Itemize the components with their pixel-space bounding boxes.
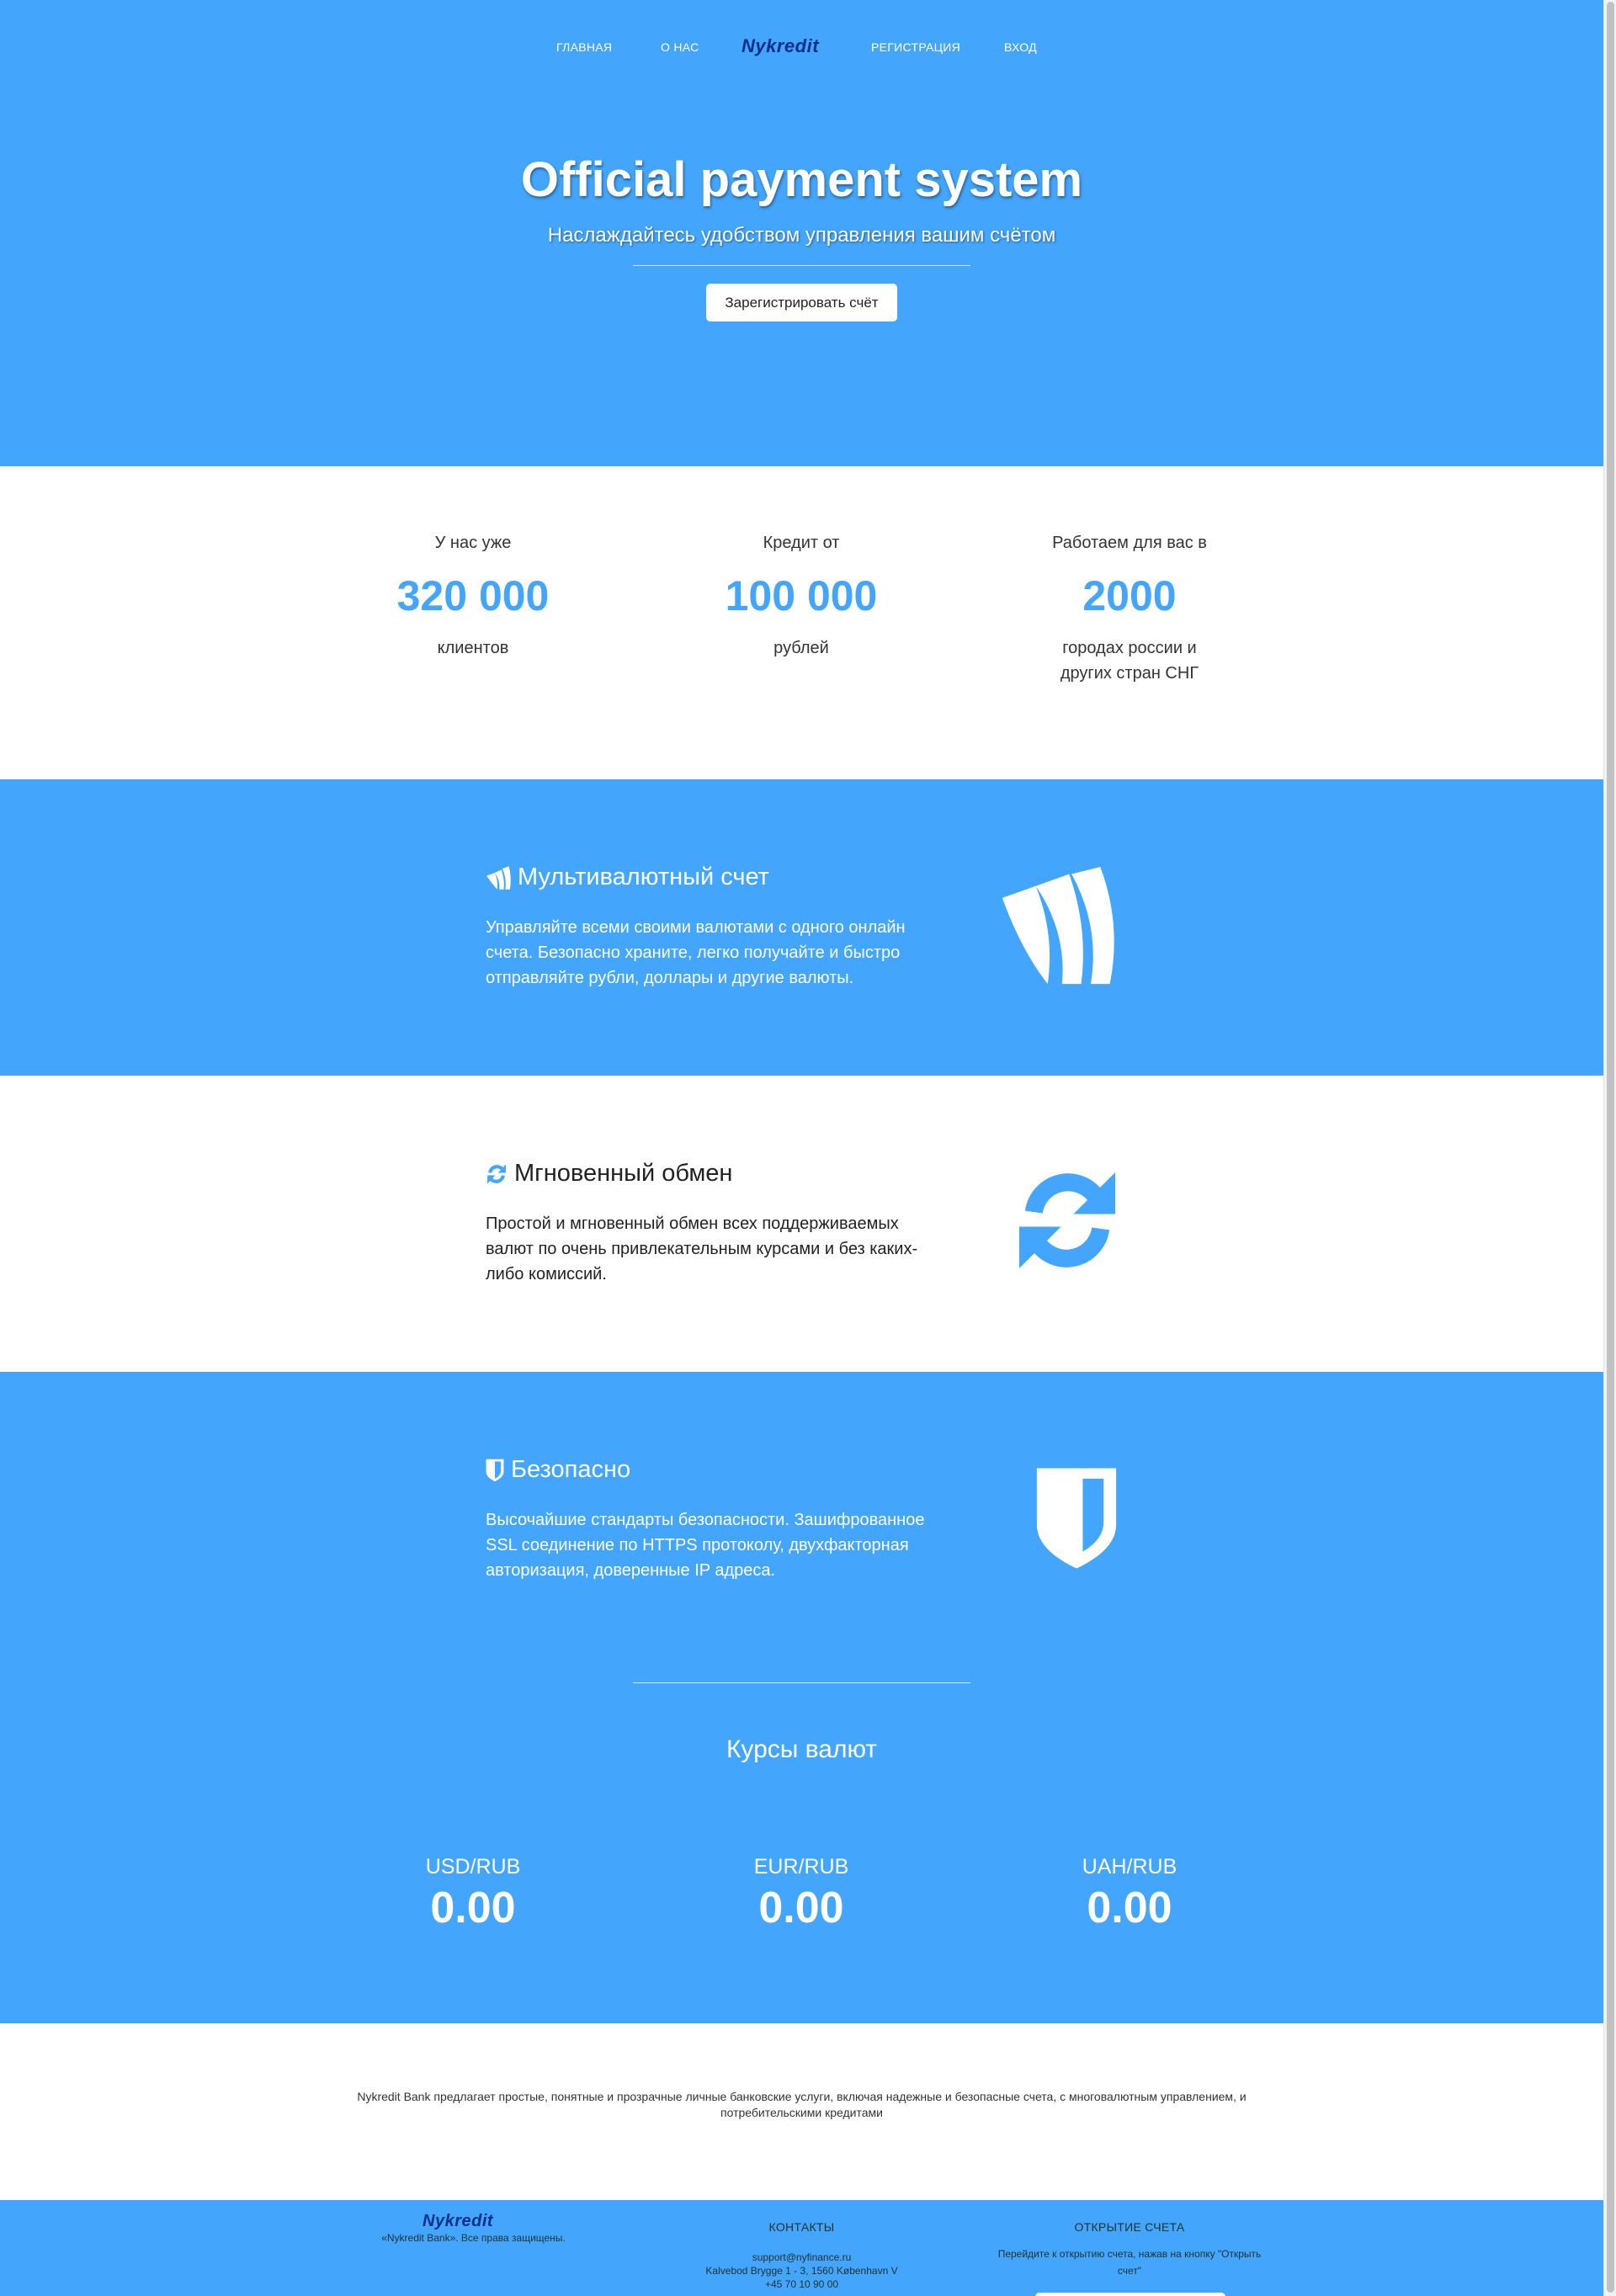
feature-description: Простой и мгновенный обмен всех поддержи… <box>486 1211 957 1287</box>
wallet-w-icon <box>486 865 511 890</box>
footer-email[interactable]: support@nyfinance.ru <box>633 2251 970 2264</box>
feature-description-line: Высочайшие стандарты безопасности. Зашиф… <box>486 1511 925 1529</box>
open-account-button[interactable] <box>1035 2293 1225 2296</box>
hero-title: Official payment system <box>520 152 1083 207</box>
rate-usd: USD/RUB 0.00 <box>322 1855 625 1933</box>
feature-multicurrency: Мультивалютный счет Управляйте всеми сво… <box>0 779 1603 1076</box>
footer-open-text: Перейдите к открытию счета, нажав на кно… <box>978 2246 1281 2279</box>
wallet-w-icon <box>1002 867 1114 985</box>
feature-description-line: SSL соединение по HTTPS протоколу, двухф… <box>486 1536 909 1555</box>
stat-cities: Работаем для вас в 2000 городах россии и… <box>978 534 1281 686</box>
footer-copyright: «Nykredit Bank». Все права защищены. <box>381 2232 566 2244</box>
feature-title-text: Мультивалютный счет <box>518 864 769 890</box>
page-scrollbar[interactable] <box>1603 0 1616 2296</box>
feature-description: Управляйте всеми своими валютами с одног… <box>486 915 957 991</box>
nav-login-link[interactable]: ВХОД <box>1004 40 1037 54</box>
nav-home-link[interactable]: ГЛАВНАЯ <box>556 40 612 54</box>
scrollbar-thumb[interactable] <box>1607 2 1614 2293</box>
about-line: Nykredit Bank предлагает простые, понятн… <box>357 2090 1247 2103</box>
stat-value: 100 000 <box>725 572 878 619</box>
top-nav: ГЛАВНАЯ О НАС Nykredit РЕГИСТРАЦИЯ ВХОД <box>0 35 1603 59</box>
stat-label-top: У нас уже <box>434 534 512 552</box>
footer-contacts-lines: support@nyfinance.ru Kalvebod Brygge 1 -… <box>633 2251 970 2291</box>
stat-label-bottom: городах россии и других стран СНГ <box>978 635 1281 686</box>
footer-contacts: КОНТАКТЫ support@nyfinance.ru Kalvebod B… <box>633 2220 970 2291</box>
feature-description: Высочайшие стандарты безопасности. Зашиф… <box>486 1507 957 1583</box>
nav-about-link[interactable]: О НАС <box>661 40 699 54</box>
rate-pair: EUR/RUB <box>753 1855 849 1879</box>
rate-pair: UAH/RUB <box>1082 1855 1177 1879</box>
hero-subtitle: Наслаждайтесь удобством управления вашим… <box>547 224 1056 247</box>
footer: Nykredit «Nykredit Bank». Все права защи… <box>0 2200 1603 2296</box>
rates-title: Курсы валют <box>726 1735 878 1763</box>
page: ГЛАВНАЯ О НАС Nykredit РЕГИСТРАЦИЯ ВХОД … <box>0 0 1603 2296</box>
footer-contacts-title: КОНТАКТЫ <box>768 2220 835 2234</box>
refresh-icon <box>1018 1172 1116 1269</box>
rate-value: 0.00 <box>430 1884 516 1932</box>
stats-section: У нас уже 320 000 клиентов Кредит от 100… <box>0 466 1603 779</box>
feature-description-line: авторизация, доверенные IP адреса. <box>486 1561 776 1580</box>
feature-title-text: Безопасно <box>511 1456 631 1483</box>
refresh-icon <box>487 1164 506 1183</box>
footer-phone[interactable]: +45 70 10 90 00 <box>633 2277 970 2291</box>
feature-exchange: Мгновенный обмен Простой и мгновенный об… <box>0 1076 1603 1372</box>
stat-label-bottom-line: городах россии и <box>1062 639 1197 657</box>
footer-open-text-line: счет" <box>1117 2265 1142 2277</box>
feature-description-line: счета. Безопасно храните, легко получайт… <box>486 943 901 962</box>
feature-description-line: либо комиссий. <box>486 1265 607 1284</box>
feature-title: Мгновенный обмен <box>486 1160 732 1188</box>
stat-label-bottom: рублей <box>773 639 829 657</box>
stat-label-bottom-line: других стран СНГ <box>1060 664 1199 683</box>
about-text-section: Nykredit Bank предлагает простые, понятн… <box>0 2023 1603 2200</box>
feature-description-line: отправляйте рубли, доллары и другие валю… <box>486 969 854 987</box>
shield-icon <box>1036 1468 1117 1569</box>
feature-security: Безопасно Высочайшие стандарты безопасно… <box>0 1372 1603 1668</box>
feature-description-line: Простой и мгновенный обмен всех поддержи… <box>486 1214 899 1233</box>
hero-divider <box>633 265 970 266</box>
stat-value: 2000 <box>1082 572 1177 619</box>
footer-open-account: ОТКРЫТИЕ СЧЕТА Перейдите к открытию счет… <box>978 2220 1281 2279</box>
rate-value: 0.00 <box>1087 1884 1172 1932</box>
rate-value: 0.00 <box>758 1884 844 1932</box>
footer-address: Kalvebod Brygge 1 - 3, 1560 København V <box>705 2265 898 2277</box>
feature-description-line: валют по очень привлекательным курсами и… <box>486 1240 918 1258</box>
footer-open-text-line: Перейдите к открытию счета, нажав на кно… <box>997 2248 1262 2260</box>
footer-logo[interactable]: Nykredit <box>423 2212 493 2231</box>
shield-icon <box>486 1459 504 1481</box>
feature-description-line: Управляйте всеми своими валютами с одног… <box>486 918 906 937</box>
stat-value: 320 000 <box>396 572 550 619</box>
stat-clients: У нас уже 320 000 клиентов <box>322 534 625 661</box>
feature-title: Мультивалютный счет <box>486 864 769 891</box>
stat-label-top: Работаем для вас в <box>1052 534 1207 552</box>
nav-logo[interactable]: Nykredit <box>742 35 819 57</box>
about-line: потребительскими кредитами <box>720 2106 883 2119</box>
stat-label-top: Кредит от <box>763 534 840 552</box>
nav-register-link[interactable]: РЕГИСТРАЦИЯ <box>871 40 960 54</box>
register-account-button[interactable]: Зарегистрировать счёт <box>706 284 897 322</box>
rate-eur: EUR/RUB 0.00 <box>650 1855 953 1933</box>
feature-title: Безопасно <box>486 1456 630 1484</box>
feature-title-text: Мгновенный обмен <box>514 1160 733 1187</box>
rate-uah: UAH/RUB 0.00 <box>978 1855 1281 1933</box>
stat-label-bottom: клиентов <box>437 639 509 657</box>
about-paragraph: Nykredit Bank предлагает простые, понятн… <box>349 2089 1254 2121</box>
stat-credit: Кредит от 100 000 рублей <box>650 534 953 661</box>
hero-section: ГЛАВНАЯ О НАС Nykredit РЕГИСТРАЦИЯ ВХОД … <box>0 0 1603 466</box>
currency-rates-section: Курсы валют USD/RUB 0.00 EUR/RUB 0.00 UA… <box>0 1668 1603 2023</box>
rate-pair: USD/RUB <box>425 1855 521 1879</box>
rates-divider <box>633 1682 970 1683</box>
footer-open-title: ОТКРЫТИЕ СЧЕТА <box>1074 2220 1185 2234</box>
